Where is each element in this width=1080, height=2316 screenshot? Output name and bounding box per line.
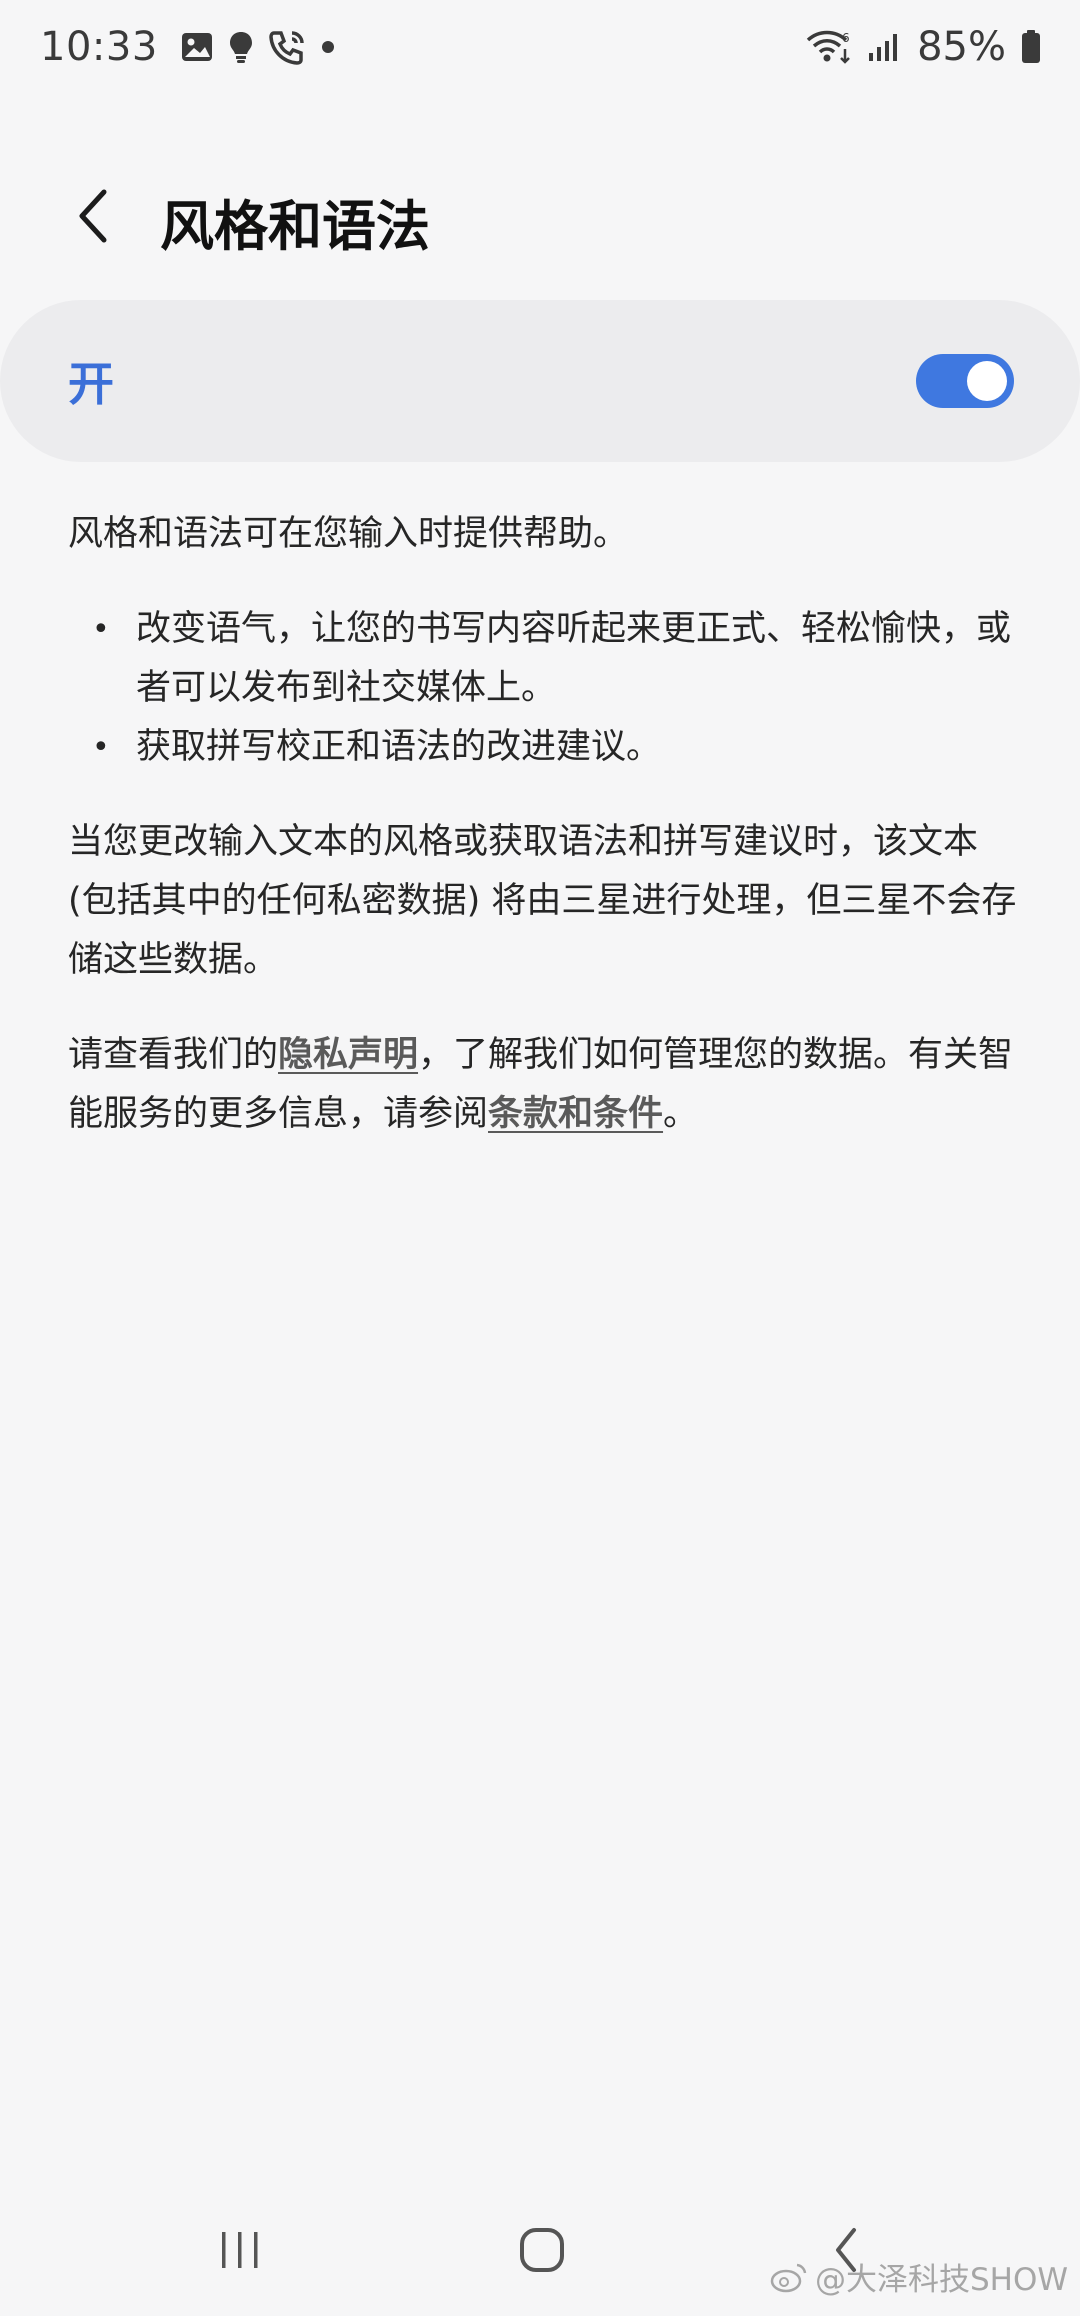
home-button[interactable] <box>502 2220 582 2280</box>
processing-note: 当您更改输入文本的风格或获取语法和拼写建议时，该文本 (包括其中的任何私密数据)… <box>68 822 1017 980</box>
watermark: @大泽科技SHOW <box>769 2254 1068 2299</box>
bulb-icon <box>228 30 254 64</box>
intro-text: 风格和语法可在您输入时提供帮助。 <box>68 514 629 554</box>
toggle-knob <box>967 361 1007 401</box>
bullet-icon: • <box>92 730 110 765</box>
back-button[interactable] <box>56 180 128 252</box>
gallery-icon <box>180 31 214 63</box>
call-icon <box>268 29 306 65</box>
bullet-text: 获取拼写校正和语法的改进建议。 <box>136 727 662 767</box>
privacy-link[interactable]: 隐私声明 <box>278 1035 418 1075</box>
feature-list: • 改变语气，让您的书写内容听起来更正式、轻松愉快，或者可以发布到社交媒体上。 •… <box>68 600 1018 777</box>
master-toggle[interactable] <box>916 354 1014 408</box>
recents-button[interactable] <box>200 2220 280 2280</box>
description: 风格和语法可在您输入时提供帮助。 • 改变语气，让您的书写内容听起来更正式、轻松愉… <box>68 505 1018 1144</box>
battery-percent: 85% <box>917 24 1006 70</box>
app-header: 风格和语法 <box>0 160 1080 270</box>
terms-link[interactable]: 条款和条件 <box>488 1094 663 1134</box>
master-switch-label: 开 <box>68 357 114 411</box>
dot-icon <box>320 39 336 55</box>
status-left: 10:33 <box>40 24 336 70</box>
bullet-icon: • <box>92 612 110 647</box>
wifi-icon: 6 <box>805 29 853 65</box>
page-title: 风格和语法 <box>160 195 430 258</box>
master-switch-row[interactable]: 开 <box>0 300 1080 462</box>
weibo-icon <box>770 2263 807 2292</box>
watermark-text: @大泽科技SHOW <box>814 2262 1068 2298</box>
signal-icon <box>867 31 903 63</box>
recents-icon <box>222 2232 258 2268</box>
bullet-text: 改变语气，让您的书写内容听起来更正式、轻松愉快，或者可以发布到社交媒体上。 <box>136 609 1012 708</box>
privacy-suffix: 。 <box>663 1094 699 1134</box>
list-item: • 改变语气，让您的书写内容听起来更正式、轻松愉快，或者可以发布到社交媒体上。 <box>68 600 1018 718</box>
privacy-paragraph: 请查看我们的隐私声明，了解我们如何管理您的数据。有关智能服务的更多信息，请参阅条… <box>68 1026 1018 1144</box>
status-right: 6 85% <box>805 24 1042 70</box>
back-arrow-icon <box>79 189 107 243</box>
status-time: 10:33 <box>40 24 158 70</box>
list-item: • 获取拼写校正和语法的改进建议。 <box>68 718 1018 777</box>
home-icon <box>520 2228 564 2272</box>
privacy-prefix: 请查看我们的 <box>68 1035 279 1075</box>
status-bar: 10:33 6 85% <box>0 0 1080 94</box>
screen: 10:33 6 85% 风格和语法 开 风格和语法可在您输入时提供帮助。 • 改… <box>0 0 1080 2316</box>
svg-text:6: 6 <box>842 31 850 45</box>
battery-icon <box>1020 29 1042 65</box>
